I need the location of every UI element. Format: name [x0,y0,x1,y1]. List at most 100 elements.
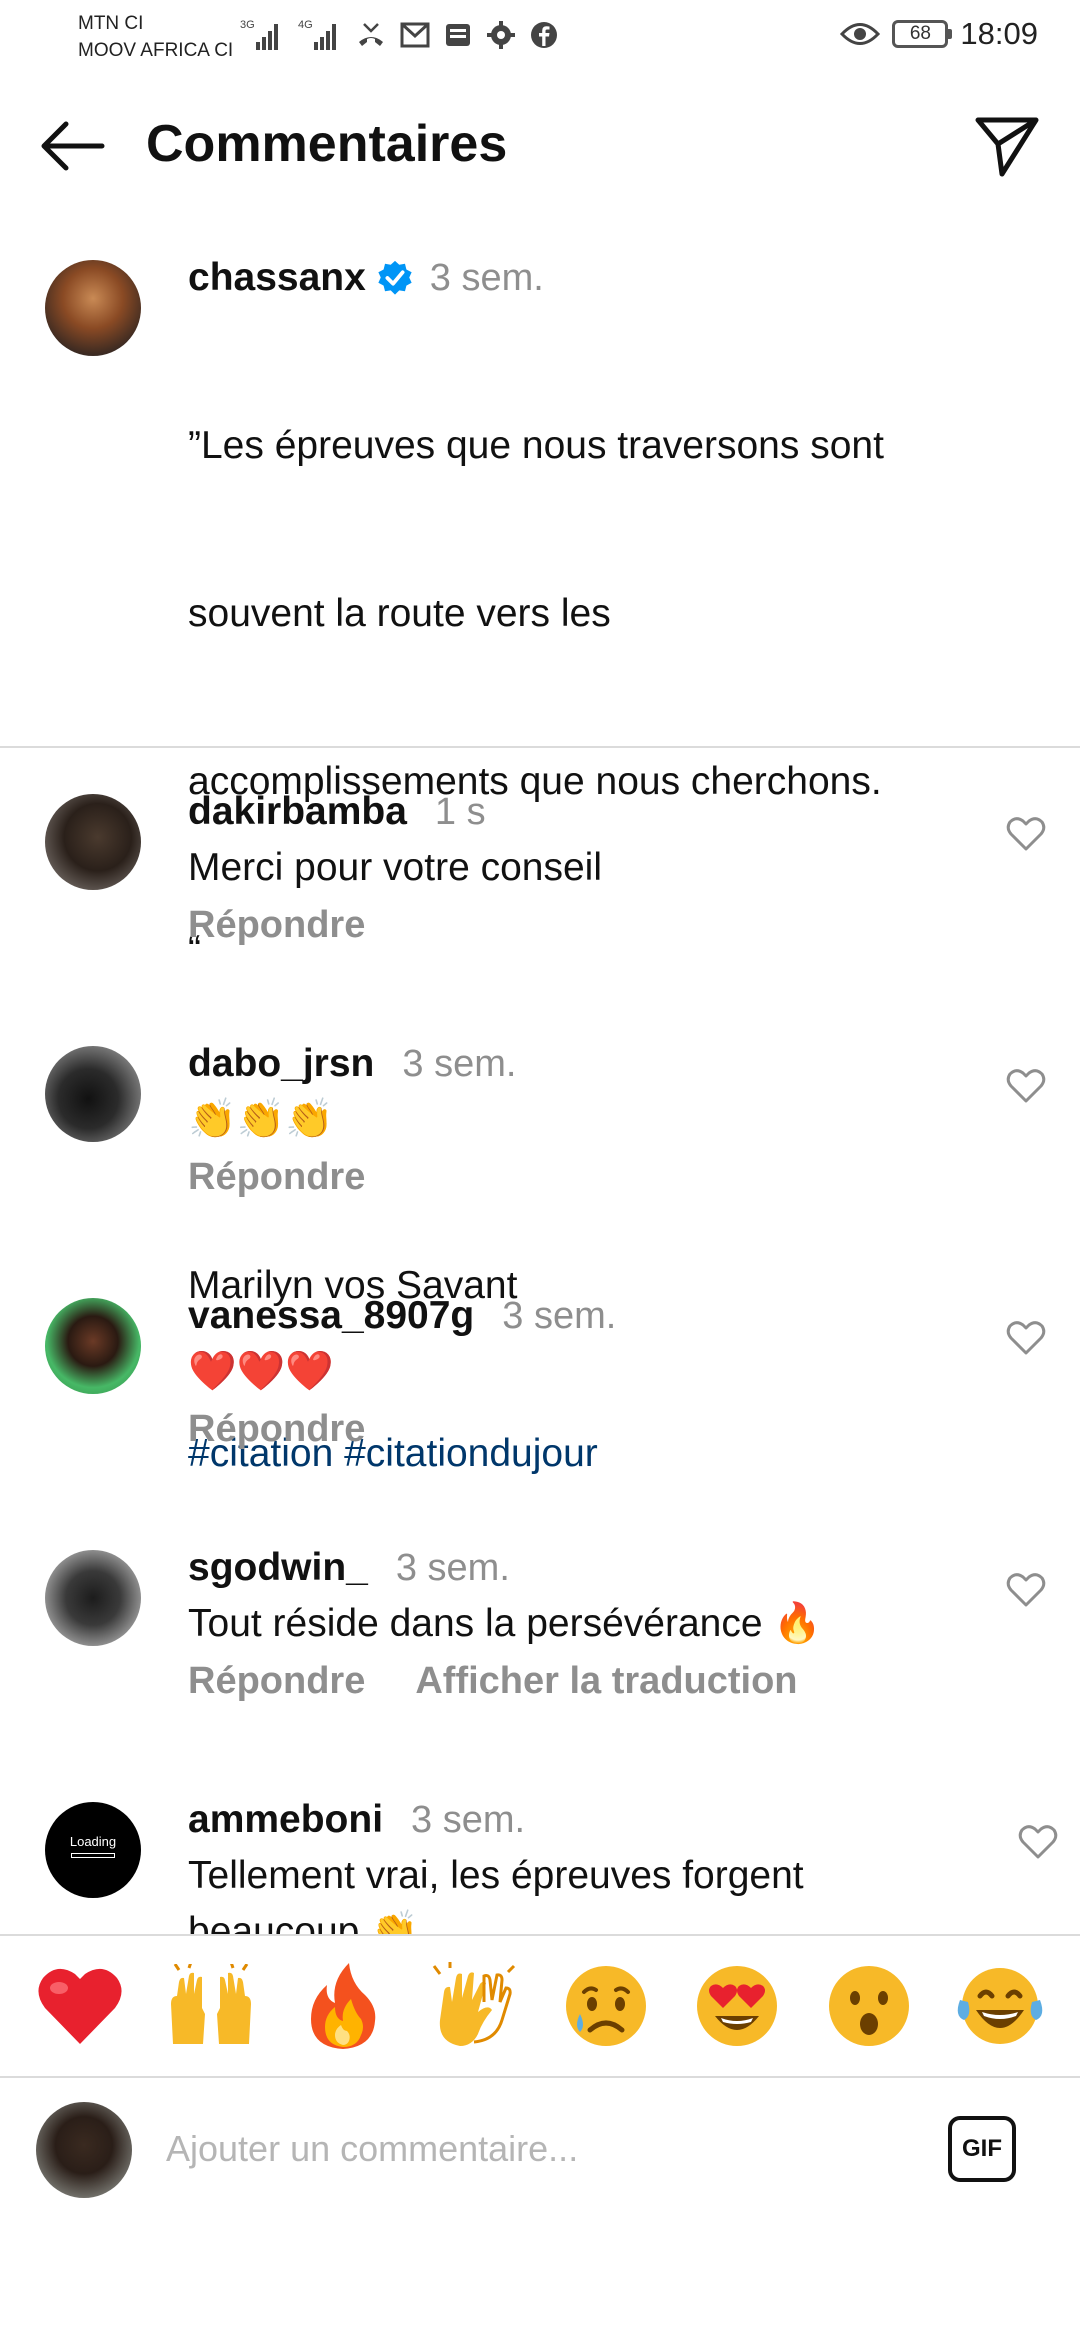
arrow-left-icon[interactable] [36,116,108,176]
avatar [36,2102,132,2198]
comment-time: 3 sem. [395,1546,510,1589]
avatar[interactable] [45,794,141,890]
comment-time: 3 sem. [502,1294,617,1337]
reply-button[interactable]: Répondre [188,1156,365,1199]
clock: 18:09 [960,16,1038,51]
comment-user-line: ammeboni 3 sem. [188,1792,988,1848]
comment-username[interactable]: sgodwin_ [188,1546,368,1590]
comment-composer: GIF [0,2078,1080,2218]
comment-input[interactable] [164,2118,888,2180]
carrier-1: MTN CI [78,13,144,34]
avatar[interactable] [45,260,141,356]
battery-indicator: 68 [892,20,953,48]
news-icon [446,24,470,46]
comment-body: dabo_jrsn 3 sem. 👏👏👏 Répondre [188,1036,988,1199]
verified-badge-icon [378,260,412,295]
comment-item: sgodwin_ 3 sem. Tout réside dans la pers… [0,1532,1080,1784]
status-right: 68 18:09 [840,16,1038,52]
red-heart-icon [38,1968,122,2044]
emoji-reaction-bar [0,1934,1080,2078]
heart-outline-icon[interactable] [1006,1572,1046,1608]
reply-button[interactable]: Répondre [188,1660,365,1703]
avatar[interactable]: Loading [45,1802,141,1898]
comment-user-line: vanessa_8907g 3 sem. [188,1288,988,1344]
heart-outline-icon[interactable] [1006,816,1046,852]
signal-4g-icon: 4G [298,19,336,50]
avatar[interactable] [45,1298,141,1394]
paper-plane-icon[interactable] [972,110,1042,180]
gmail-icon [400,22,430,48]
comment-user-line: dabo_jrsn 3 sem. [188,1036,988,1092]
comment-time: 1 s [434,790,486,833]
header: Commentaires [0,90,1080,200]
reaction-fire-emoji[interactable] [293,1956,393,2056]
comment-body: dakirbamba 1 s Merci pour votre conseil … [188,784,988,947]
reaction-sad-face-emoji[interactable] [556,1956,656,2056]
reaction-clapping-hands-emoji[interactable] [424,1956,524,2056]
facebook-icon [531,22,557,48]
caption-line: ”Les épreuves que nous traversons sont [188,424,884,467]
svg-text:4G: 4G [298,19,313,31]
comment-text: ❤️❤️❤️ [188,1350,334,1393]
eye-comfort-icon [840,23,881,45]
tears-of-joy-icon [958,1968,1043,2044]
caption-time: 3 sem. [429,256,544,299]
caption-username[interactable]: chassanx [188,256,366,300]
reaction-heart-eyes-emoji[interactable] [687,1956,787,2056]
avatar-loading-text: Loading [69,1834,117,1849]
settings-icon [487,21,515,49]
see-translation-button[interactable]: Afficher la traduction [415,1660,797,1703]
comment-item: dakirbamba 1 s Merci pour votre conseil … [0,776,1080,1028]
missed-call-icon [359,23,383,46]
comment-text: Tout réside dans la persévérance 🔥 [188,1602,822,1645]
comment-time: 3 sem. [411,1798,526,1841]
comment-username[interactable]: dabo_jrsn [188,1042,374,1086]
status-bar: MTN CI MOOV AFRICA CI 3G 4G 68 18:09 [0,0,1080,75]
comment-body: sgodwin_ 3 sem. Tout réside dans la pers… [188,1540,988,1703]
heart-eyes-icon [697,1966,778,2046]
heart-outline-icon[interactable] [1006,1320,1046,1356]
svg-text:3G: 3G [240,19,255,31]
carrier-info: MTN CI MOOV AFRICA CI [78,10,233,64]
comment-username[interactable]: ammeboni [188,1798,383,1842]
comment-text: 👏👏👏 [188,1098,334,1141]
crying-face-icon [565,1966,646,2046]
comment-list[interactable]: dakirbamba 1 s Merci pour votre conseil … [0,776,1080,1934]
fire-icon [310,1963,376,2049]
comment-body: ammeboni 3 sem. Tellement vrai, les épre… [188,1792,988,1934]
comment-item: vanessa_8907g 3 sem. ❤️❤️❤️ Répondre [0,1280,1080,1532]
comment-actions: Répondre [188,1156,988,1199]
comment-actions: Répondre Afficher la traduction [188,1660,988,1703]
avatar[interactable] [45,1550,141,1646]
reaction-raising-hands-emoji[interactable] [161,1956,261,2056]
comment-item: dabo_jrsn 3 sem. 👏👏👏 Répondre [0,1028,1080,1280]
reply-button[interactable]: Répondre [188,1408,365,1451]
comment-time: 3 sem. [402,1042,517,1085]
reaction-tears-of-joy-emoji[interactable] [950,1956,1050,2056]
signal-3g-icon: 3G [240,19,278,50]
caption-user-line: chassanx 3 sem. [188,250,1028,306]
comment-body: vanessa_8907g 3 sem. ❤️❤️❤️ Répondre [188,1288,988,1451]
heart-outline-icon[interactable] [1018,1824,1058,1860]
system-icons: 3G 4G [240,18,558,52]
comment-actions: Répondre [188,904,988,947]
avatar[interactable] [45,1046,141,1142]
comment-actions: Répondre [188,1408,988,1451]
reaction-surprised-face-emoji[interactable] [819,1956,919,2056]
page-title: Commentaires [146,115,508,173]
raising-hands-icon [171,1964,252,2044]
comment-text: Merci pour votre conseil [188,846,602,889]
comment-username[interactable]: vanessa_8907g [188,1294,474,1338]
heart-outline-icon[interactable] [1006,1068,1046,1104]
comment-username[interactable]: dakirbamba [188,790,407,834]
loading-bar [71,1853,115,1858]
surprised-face-icon [828,1966,909,2046]
gif-button[interactable]: GIF [948,2116,1016,2182]
comment-user-line: sgodwin_ 3 sem. [188,1540,988,1596]
caption-line: souvent la route vers les [188,592,611,635]
reaction-heart-emoji[interactable] [30,1956,130,2056]
clapping-hands-icon [433,1962,516,2046]
comment-text-continued: beaucoup 👏 [188,1910,419,1934]
reply-button[interactable]: Répondre [188,904,365,947]
comment-text: Tellement vrai, les épreuves forgent [188,1854,804,1897]
